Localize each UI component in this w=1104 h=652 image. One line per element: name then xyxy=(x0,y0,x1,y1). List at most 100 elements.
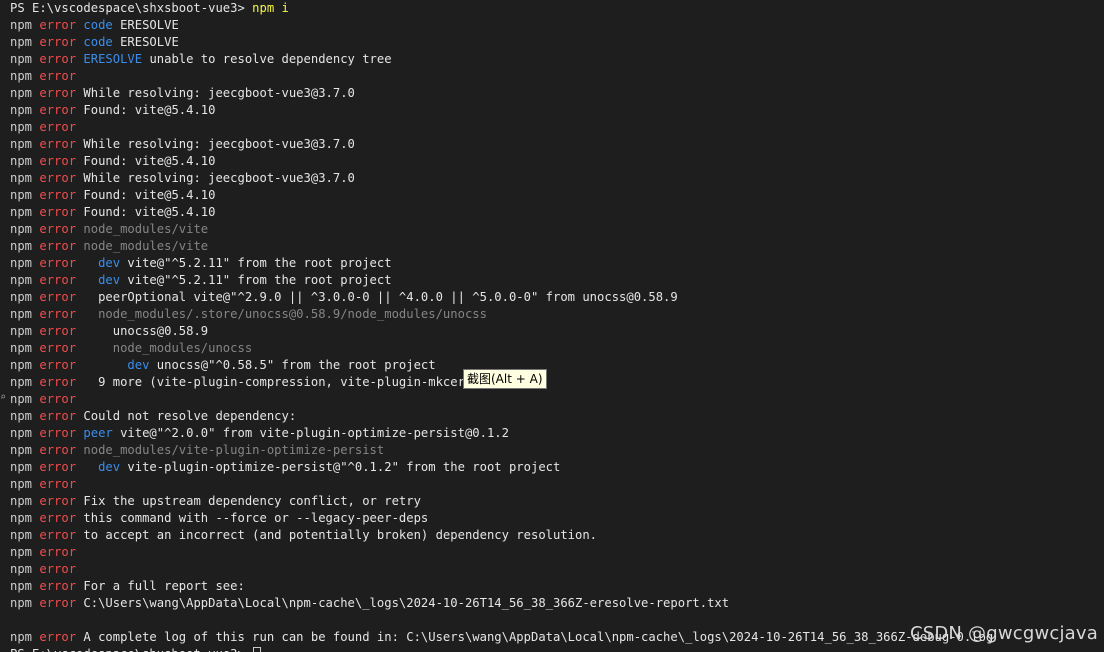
terminal-text-segment: error xyxy=(39,69,77,83)
terminal-line: PS E:\vscodespace\shxsboot-vue3> xyxy=(10,646,1104,652)
terminal-text-segment: error xyxy=(39,205,84,219)
terminal-line: npm error this command with --force or -… xyxy=(10,510,1104,527)
terminal-text-segment: vite-plugin-optimize-persist@"^0.1.2" fr… xyxy=(127,460,561,474)
terminal-text-segment: npm xyxy=(10,460,40,474)
terminal-text-segment: Could not resolve dependency: xyxy=(83,409,297,423)
terminal-line: npm error code ERESOLVE xyxy=(10,17,1104,34)
terminal-text-segment: npm xyxy=(10,630,40,644)
line-decoration-marker: ⌕ xyxy=(0,392,7,403)
terminal-text-segment: 9 more (vite-plugin-compression, vite-pl… xyxy=(83,375,517,389)
terminal-text-segment: npm xyxy=(10,273,40,287)
terminal-text-segment: vite@"^2.0.0" from vite-plugin-optimize-… xyxy=(120,426,509,440)
terminal-line: npm error Fix the upstream dependency co… xyxy=(10,493,1104,510)
terminal-text-segment: npm xyxy=(10,392,40,406)
terminal-line: npm error node_modules/vite xyxy=(10,238,1104,255)
terminal-line: npm error xyxy=(10,544,1104,561)
terminal-line: npm error dev vite@"^5.2.11" from the ro… xyxy=(10,255,1104,272)
terminal-line: npm error Found: vite@5.4.10 xyxy=(10,204,1104,221)
terminal-text-segment: error xyxy=(39,171,84,185)
terminal-text-segment: error xyxy=(39,494,84,508)
terminal-text-segment: npm xyxy=(10,341,40,355)
terminal-line: npm error node_modules/vite-plugin-optim… xyxy=(10,442,1104,459)
terminal-text-segment: npm i xyxy=(252,1,289,15)
terminal-text-segment: npm xyxy=(10,290,40,304)
terminal-line: npm error xyxy=(10,119,1104,136)
terminal-line: npm error Found: vite@5.4.10 xyxy=(10,153,1104,170)
terminal-text-segment: this command with --force or --legacy-pe… xyxy=(83,511,429,525)
terminal-text-segment: error xyxy=(39,86,84,100)
terminal-text-segment: node_modules/vite-plugin-optimize-persis… xyxy=(83,443,385,457)
terminal-text-segment: npm xyxy=(10,137,40,151)
terminal-text-segment: error xyxy=(39,596,84,610)
terminal-text-segment: npm xyxy=(10,120,40,134)
terminal-text-segment: error xyxy=(39,460,84,474)
terminal-line: npm error While resolving: jeecgboot-vue… xyxy=(10,136,1104,153)
terminal-text-segment: dev xyxy=(83,460,128,474)
terminal-text-segment: node_modules/vite xyxy=(83,239,209,253)
terminal-text-segment: error xyxy=(39,256,84,270)
terminal-text-segment: error xyxy=(39,137,84,151)
terminal-line: npm error node_modules/.store/unocss@0.5… xyxy=(10,306,1104,323)
terminal-text-segment: error xyxy=(39,579,84,593)
terminal-text-segment: error xyxy=(39,443,84,457)
terminal-text-segment: ERESOLVE xyxy=(83,52,150,66)
terminal-text-segment: error xyxy=(39,154,84,168)
terminal-text-segment: npm xyxy=(10,426,40,440)
terminal-line: npm error 9 more (vite-plugin-compressio… xyxy=(10,374,1104,391)
terminal-line: npm error For a full report see: xyxy=(10,578,1104,595)
terminal-text-segment: error xyxy=(39,103,84,117)
terminal-panel[interactable]: PS E:\vscodespace\shxsboot-vue3> npm i np… xyxy=(0,0,1104,652)
terminal-text-segment: error xyxy=(39,409,84,423)
terminal-line: npm error xyxy=(10,391,1104,408)
terminal-text-segment: error xyxy=(39,307,84,321)
terminal-text-segment: error xyxy=(39,630,84,644)
terminal-line: npm error node_modules/vite xyxy=(10,221,1104,238)
terminal-text-segment: For a full report see: xyxy=(83,579,245,593)
terminal-text-segment: dev xyxy=(83,358,157,372)
terminal-text-segment: error xyxy=(39,120,77,134)
terminal-line: npm error xyxy=(10,68,1104,85)
csdn-watermark: CSDN @gwcgwcjava xyxy=(909,623,1098,644)
terminal-text-segment: npm xyxy=(10,171,40,185)
terminal-text-segment: PS E:\vscodespace\shxsboot-vue3> xyxy=(10,647,252,652)
terminal-text-segment: Fix the upstream dependency conflict, or… xyxy=(83,494,421,508)
terminal-text-segment: npm xyxy=(10,307,40,321)
terminal-text-segment: npm xyxy=(10,188,40,202)
terminal-line: npm error unocss@0.58.9 xyxy=(10,323,1104,340)
terminal-text-segment: code xyxy=(83,35,121,49)
terminal-text-segment: C:\Users\wang\AppData\Local\npm-cache\_l… xyxy=(83,596,730,610)
terminal-text-segment: npm xyxy=(10,409,40,423)
terminal-text-segment: npm xyxy=(10,477,40,491)
terminal-text-segment: error xyxy=(39,562,77,576)
terminal-text-segment: error xyxy=(39,375,84,389)
terminal-text-segment: error xyxy=(39,324,84,338)
terminal-text-segment: npm xyxy=(10,545,40,559)
terminal-text-segment: npm xyxy=(10,69,40,83)
terminal-text-segment: npm xyxy=(10,86,40,100)
terminal-text-segment: error xyxy=(39,273,84,287)
terminal-text-segment: peer xyxy=(83,426,121,440)
terminal-text-segment: error xyxy=(39,18,84,32)
terminal-text-segment: ERESOLVE xyxy=(120,35,179,49)
terminal-text-segment: Found: vite@5.4.10 xyxy=(83,188,216,202)
terminal-text-segment: unable to resolve dependency tree xyxy=(149,52,392,66)
terminal-line: npm error Found: vite@5.4.10 xyxy=(10,187,1104,204)
terminal-line: npm error Found: vite@5.4.10 xyxy=(10,102,1104,119)
terminal-text-segment: npm xyxy=(10,154,40,168)
terminal-line: npm error ERESOLVE unable to resolve dep… xyxy=(10,51,1104,68)
terminal-text-segment: peerOptional vite@"^2.9.0 || ^3.0.0-0 ||… xyxy=(83,290,678,304)
terminal-text-segment: npm xyxy=(10,511,40,525)
terminal-text-segment: npm xyxy=(10,375,40,389)
terminal-text-segment: npm xyxy=(10,205,40,219)
terminal-line: npm error code ERESOLVE xyxy=(10,34,1104,51)
terminal-text-segment: PS E:\vscodespace\shxsboot-vue3> xyxy=(10,1,253,15)
terminal-text-segment: npm xyxy=(10,103,40,117)
terminal-line: npm error Could not resolve dependency: xyxy=(10,408,1104,425)
terminal-text-segment: error xyxy=(39,511,84,525)
terminal-text-segment: error xyxy=(39,477,77,491)
terminal-text-segment: to accept an incorrect (and potentially … xyxy=(83,528,598,542)
terminal-line: npm error While resolving: jeecgboot-vue… xyxy=(10,170,1104,187)
terminal-line: npm error dev vite@"^5.2.11" from the ro… xyxy=(10,272,1104,289)
terminal-text-segment: node_modules/.store/unocss@0.58.9/node_m… xyxy=(83,307,487,321)
terminal-text-segment: vite@"^5.2.11" from the root project xyxy=(127,256,392,270)
